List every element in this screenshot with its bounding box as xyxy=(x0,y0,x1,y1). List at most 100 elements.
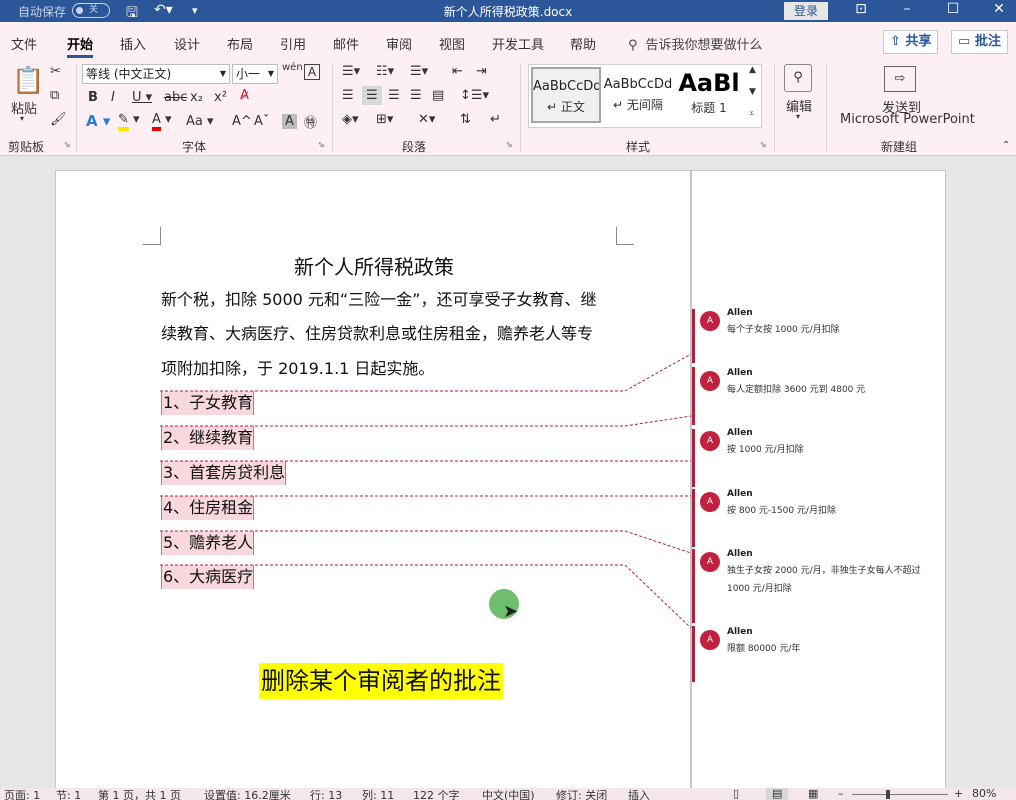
styles-launcher-icon[interactable]: ⬂ xyxy=(760,140,767,149)
tab-file[interactable]: 文件 xyxy=(11,34,37,53)
connector-line xyxy=(160,564,692,629)
paste-dropdown-icon[interactable]: ▾ xyxy=(20,114,24,123)
bold-icon[interactable]: B xyxy=(88,90,98,105)
tab-home[interactable]: 开始 xyxy=(67,34,94,58)
tab-help[interactable]: 帮助 xyxy=(570,34,596,53)
show-marks-icon[interactable]: ↵ xyxy=(490,112,501,127)
numbering-icon[interactable]: ☷▾ xyxy=(376,64,394,79)
zoom-out-icon[interactable]: – xyxy=(838,788,844,800)
zoom-slider-handle[interactable] xyxy=(886,790,890,799)
comments-button[interactable]: ▭ 批注 xyxy=(951,30,1008,54)
font-launcher-icon[interactable]: ⬂ xyxy=(318,140,325,149)
status-insert-mode[interactable]: 插入 xyxy=(628,788,650,800)
zoom-level[interactable]: 80% xyxy=(972,788,996,800)
character-shading-icon[interactable]: A xyxy=(282,114,297,129)
tab-review[interactable]: 审阅 xyxy=(386,34,412,53)
status-words[interactable]: 122 个字 xyxy=(413,788,460,800)
send-to-powerpoint-icon[interactable]: ⇨ xyxy=(884,66,916,92)
status-section[interactable]: 节: 1 xyxy=(56,788,81,800)
sort-icon[interactable]: ⇅ xyxy=(460,112,471,127)
phonetic-guide-icon[interactable]: wén xyxy=(282,62,303,73)
font-group-label: 字体 xyxy=(182,140,207,154)
status-row[interactable]: 行: 13 xyxy=(310,788,342,800)
status-col[interactable]: 列: 11 xyxy=(362,788,394,800)
align-center-icon[interactable]: ☰ xyxy=(362,86,382,105)
status-pages[interactable]: 第 1 页，共 1 页 xyxy=(98,788,181,800)
align-right-icon[interactable]: ☰ xyxy=(388,88,400,103)
justify-icon[interactable]: ☰ xyxy=(410,88,422,103)
zoom-slider[interactable] xyxy=(852,794,948,795)
style-no-spacing[interactable]: AaBbCcDd ↵ 无间隔 xyxy=(603,67,673,123)
styles-more-icon[interactable]: ⩡ xyxy=(749,109,754,119)
separator xyxy=(774,64,775,152)
decrease-indent-icon[interactable]: ⇤ xyxy=(452,64,463,79)
multilevel-list-icon[interactable]: ☰▾ xyxy=(410,64,428,79)
format-painter-icon[interactable]: 🖌 xyxy=(50,112,67,127)
strikethrough-icon[interactable]: abc xyxy=(164,90,187,105)
zoom-in-icon[interactable]: + xyxy=(954,788,963,800)
paragraph-launcher-icon[interactable]: ⬂ xyxy=(506,140,513,149)
clipboard-launcher-icon[interactable]: ⬂ xyxy=(64,140,71,149)
status-page[interactable]: 页面: 1 xyxy=(4,788,40,800)
powerpoint-label[interactable]: Microsoft PowerPoint xyxy=(840,112,975,127)
underline-icon[interactable]: U ▾ xyxy=(132,90,152,105)
change-case-icon[interactable]: Aa ▾ xyxy=(186,114,214,129)
maximize-icon[interactable]: ☐ xyxy=(938,1,968,17)
tab-mailings[interactable]: 邮件 xyxy=(333,34,359,53)
cut-icon[interactable]: ✂ xyxy=(50,64,61,79)
subscript-icon[interactable]: x₂ xyxy=(190,90,203,105)
highlight-icon[interactable]: ✎ ▾ xyxy=(118,112,140,131)
tab-design[interactable]: 设计 xyxy=(174,34,200,53)
shrink-font-icon[interactable]: Aˇ xyxy=(254,114,269,129)
status-language[interactable]: 中文(中国) xyxy=(482,788,535,800)
asian-layout-icon[interactable]: ✕▾ xyxy=(418,112,435,127)
print-layout-icon[interactable]: ▤ xyxy=(766,788,789,800)
style-normal[interactable]: AaBbCcDd ↵ 正文 xyxy=(531,67,601,123)
editing-dropdown-icon[interactable]: ▾ xyxy=(796,112,800,121)
login-button[interactable]: 登录 xyxy=(784,2,828,20)
close-icon[interactable]: ✕ xyxy=(984,1,1014,17)
increase-indent-icon[interactable]: ⇥ xyxy=(476,64,487,79)
share-button[interactable]: ⇧ 共享 xyxy=(883,30,939,54)
align-left-icon[interactable]: ☰ xyxy=(342,88,354,103)
style-heading-1[interactable]: AaBl 标题 1 xyxy=(675,67,743,123)
tab-developer[interactable]: 开发工具 xyxy=(492,34,544,53)
grow-font-icon[interactable]: A^ xyxy=(232,114,252,129)
line-spacing-icon[interactable]: ↕☰▾ xyxy=(460,88,489,103)
tab-references[interactable]: 引用 xyxy=(280,34,306,53)
shading-icon[interactable]: ◈▾ xyxy=(342,112,359,127)
comments-label: 批注 xyxy=(974,34,1001,49)
styles-scroll-down-icon[interactable]: ▼ xyxy=(749,87,756,97)
italic-icon[interactable]: I xyxy=(111,90,115,105)
read-mode-icon[interactable]: ▯ xyxy=(733,788,739,800)
share-label: 共享 xyxy=(905,34,932,49)
text-effects-icon[interactable]: A ▾ xyxy=(86,112,110,130)
style-name: 标题 1 xyxy=(691,101,727,115)
distributed-icon[interactable]: ▤ xyxy=(432,88,444,103)
bullets-icon[interactable]: ☰▾ xyxy=(342,64,360,79)
web-layout-icon[interactable]: ▦ xyxy=(808,788,818,800)
clear-formatting-icon[interactable]: A̷ xyxy=(240,88,249,103)
styles-scroll-up-icon[interactable]: ▲ xyxy=(749,65,756,75)
tab-layout[interactable]: 布局 xyxy=(227,34,253,53)
borders-icon[interactable]: ⊞▾ xyxy=(376,112,393,127)
minimize-icon[interactable]: – xyxy=(892,1,922,17)
font-name-combo[interactable]: 等线 (中文正文) ▼ xyxy=(82,64,230,84)
superscript-icon[interactable]: x² xyxy=(214,90,227,105)
tab-view[interactable]: 视图 xyxy=(439,34,465,53)
tab-insert[interactable]: 插入 xyxy=(120,34,146,53)
enclose-characters-icon[interactable]: ㊕ xyxy=(304,112,317,131)
character-border-icon[interactable]: A xyxy=(304,64,320,80)
tell-me-search[interactable]: ⚲ 告诉我你想要做什么 xyxy=(628,34,763,53)
status-track-changes[interactable]: 修订: 关闭 xyxy=(556,788,607,800)
search-icon[interactable]: ⚲ xyxy=(784,64,812,92)
ribbon-display-icon[interactable]: ⊡ xyxy=(846,1,876,17)
font-color-icon[interactable]: A ▾ xyxy=(152,112,172,131)
copy-icon[interactable]: ⧉ xyxy=(50,88,59,103)
font-size-combo[interactable]: 小一 ▼ xyxy=(232,64,278,84)
comment-bar xyxy=(692,626,695,682)
comment-text: 独生子女按 2000 元/月，非独生子女每人不超过 1000 元/月扣除 xyxy=(727,566,921,594)
paste-icon[interactable]: 📋 xyxy=(12,66,44,96)
status-position[interactable]: 设置值: 16.2厘米 xyxy=(204,788,291,800)
collapse-ribbon-icon[interactable]: ⌃ xyxy=(1002,140,1010,151)
